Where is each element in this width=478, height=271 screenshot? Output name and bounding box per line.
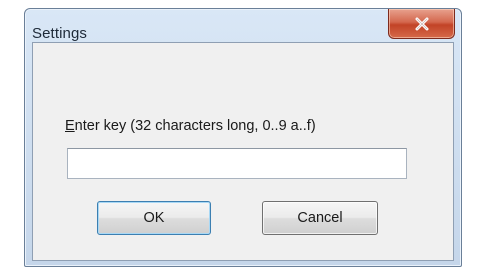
prompt-text: nter key (32 characters long, 0..9 a..f)	[74, 118, 316, 134]
cancel-button[interactable]: Cancel	[262, 201, 378, 235]
close-button[interactable]	[388, 9, 455, 39]
key-prompt-label: Enter key (32 characters long, 0..9 a..f…	[65, 118, 316, 134]
settings-dialog: Settings Enter key (32 characters long, …	[24, 8, 462, 267]
prompt-mnemonic: E	[65, 118, 75, 134]
window-title: Settings	[32, 25, 87, 42]
ok-button[interactable]: OK	[97, 201, 211, 235]
key-input[interactable]	[67, 148, 407, 179]
dialog-body: Enter key (32 characters long, 0..9 a..f…	[32, 42, 454, 261]
page: Settings Enter key (32 characters long, …	[0, 0, 478, 271]
close-x-icon	[414, 17, 430, 31]
